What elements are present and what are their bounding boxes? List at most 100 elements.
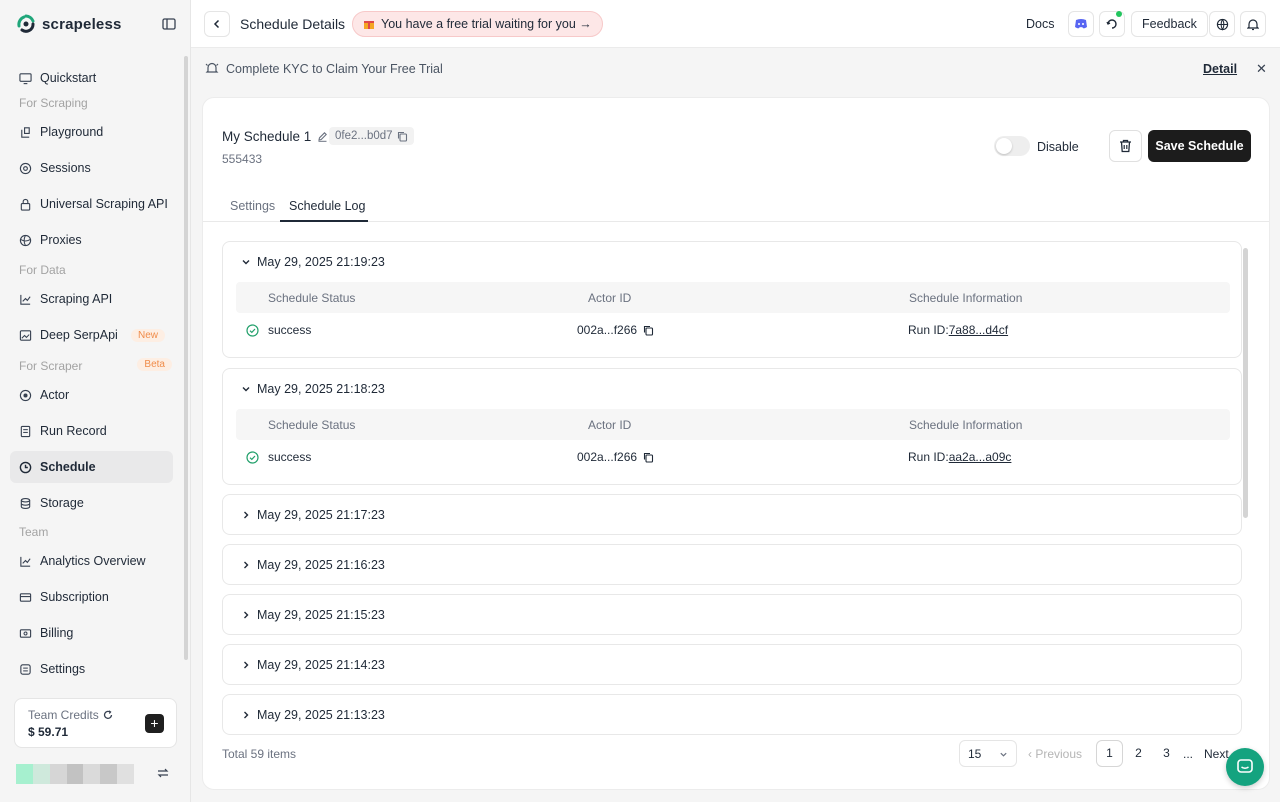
feedback-button[interactable]: Feedback [1131,11,1208,37]
user-profile[interactable] [16,762,176,784]
sidebar-scrollbar[interactable] [184,56,188,660]
schedule-subtitle: 555433 [222,152,263,166]
globe-icon [19,234,32,246]
schedule-info-cell: Run ID: 7a88...d4cf [908,323,1008,337]
schedule-log-list: May 29, 2025 21:19:23 Schedule Status Ac… [222,241,1252,735]
copy-icon[interactable] [397,131,408,142]
sidebar-item-label: Quickstart [40,71,97,85]
bell-ring-icon [205,62,219,73]
schedule-name-text: My Schedule 1 [222,129,312,144]
refresh-icon[interactable] [103,710,113,720]
log-group-header[interactable]: May 29, 2025 21:16:23 [241,558,385,572]
tab-bar: Settings Schedule Log [203,190,1269,222]
sidebar-item-settings[interactable]: Settings [10,653,173,676]
free-trial-banner[interactable]: You have a free trial waiting for you → [352,11,603,37]
previous-label: Previous [1035,747,1083,761]
sidebar-item-label: Analytics Overview [40,554,146,568]
schedule-info-cell: Run ID: aa2a...a09c [908,450,1011,464]
page-1-button[interactable]: 1 [1096,740,1123,767]
actor-id-cell: 002a...f266 [577,450,654,464]
kyc-detail-link[interactable]: Detail [1203,62,1237,76]
sidebar-item-storage[interactable]: Storage [10,487,173,519]
chevron-right-icon [244,611,249,619]
log-time: May 29, 2025 21:13:23 [257,708,385,722]
sidebar-item-subscription[interactable]: Subscription [10,581,173,613]
previous-page-button[interactable]: ‹ Previous [1028,747,1082,761]
bell-icon [1247,18,1259,30]
sidebar-item-run-record[interactable]: Run Record [10,415,173,447]
col-schedule-information: Schedule Information [909,291,1023,305]
monitor-icon [19,72,32,84]
sidebar-item-playground[interactable]: Playground [10,116,173,148]
docs-link[interactable]: Docs [1026,17,1054,31]
log-group[interactable]: May 29, 2025 21:14:23 [222,644,1242,685]
tab-schedule-log[interactable]: Schedule Log [289,199,365,213]
language-button[interactable] [1209,11,1235,37]
page-3-button[interactable]: 3 [1153,740,1180,767]
sidebar-item-actor[interactable]: Actor [10,379,173,411]
copy-icon[interactable] [643,325,654,336]
sidebar-item-deep-serpapi[interactable]: Deep SerpApi New [10,319,173,351]
log-group[interactable]: May 29, 2025 21:16:23 [222,544,1242,585]
log-group-header[interactable]: May 29, 2025 21:17:23 [241,508,385,522]
online-indicator [1116,11,1122,17]
log-scrollbar[interactable] [1243,248,1248,518]
log-group-header[interactable]: May 29, 2025 21:18:23 [241,382,385,396]
add-credits-button[interactable]: + [145,714,164,733]
brand[interactable]: scrapeless [16,12,122,36]
log-group-header[interactable]: May 29, 2025 21:15:23 [241,608,385,622]
sidebar-item-label: Sessions [40,161,91,175]
copy-icon[interactable] [643,452,654,463]
log-group-header[interactable]: May 29, 2025 21:19:23 [241,255,385,269]
sidebar-item-sessions[interactable]: Sessions [10,152,173,184]
support-button[interactable] [1099,11,1125,37]
sessions-icon [19,162,32,174]
sidebar-item-label: Scraping API [40,292,113,306]
log-group[interactable]: May 29, 2025 21:17:23 [222,494,1242,535]
sidebar-item-billing[interactable]: Billing [10,617,173,649]
sidebar-item-quickstart[interactable]: Quickstart [10,62,173,94]
sidebar-item-label: Settings [40,662,86,676]
log-table-header: Schedule Status Actor ID Schedule Inform… [236,409,1230,440]
storage-icon [20,497,31,509]
chart-icon [20,294,31,305]
close-icon[interactable]: ✕ [1256,61,1267,77]
col-schedule-information: Schedule Information [909,418,1023,432]
page-size-value: 15 [968,747,982,761]
enable-toggle[interactable] [994,136,1030,156]
chevron-down-icon [242,387,250,392]
sidebar: scrapeless Quickstart For Scraping Playg… [0,0,191,802]
sidebar-item-scraping-api[interactable]: Scraping API [10,283,173,315]
sidebar-item-schedule[interactable]: Schedule [10,451,173,483]
chat-support-button[interactable] [1226,748,1264,786]
delete-button[interactable] [1109,130,1142,162]
run-id-link[interactable]: 7a88...d4cf [949,323,1008,337]
back-button[interactable] [204,11,230,37]
lock-icon [20,198,31,211]
status-cell: success [246,450,311,464]
toggle-label: Disable [1037,140,1079,154]
log-table-header: Schedule Status Actor ID Schedule Inform… [236,282,1230,313]
tab-settings[interactable]: Settings [230,199,275,213]
sidebar-collapse-icon[interactable] [161,16,177,32]
run-id-link[interactable]: aa2a...a09c [949,450,1012,464]
next-page-button[interactable]: Next [1204,747,1229,761]
log-group[interactable]: May 29, 2025 21:13:23 [222,694,1242,735]
log-group[interactable]: May 29, 2025 21:15:23 [222,594,1242,635]
sidebar-item-label: Proxies [40,233,82,247]
notifications-button[interactable] [1240,11,1266,37]
save-schedule-button[interactable]: Save Schedule [1148,130,1251,162]
sidebar-item-proxies[interactable]: Proxies [10,224,173,256]
log-group-header[interactable]: May 29, 2025 21:13:23 [241,708,385,722]
page-size-select[interactable]: 15 [959,740,1017,767]
edit-icon[interactable] [317,131,328,142]
table-row: success 002a...f266 Run ID: 7a88...d4cf [236,314,1230,346]
page-2-button[interactable]: 2 [1125,740,1152,767]
actor-id: 002a...f266 [577,323,638,337]
sidebar-item-universal-scraping-api[interactable]: Universal Scraping API [10,188,173,220]
log-group-header[interactable]: May 29, 2025 21:14:23 [241,658,385,672]
sidebar-item-analytics-overview[interactable]: Analytics Overview [10,545,173,577]
switch-team-icon[interactable] [157,767,169,779]
trash-icon [1120,139,1131,153]
discord-button[interactable] [1068,11,1094,37]
